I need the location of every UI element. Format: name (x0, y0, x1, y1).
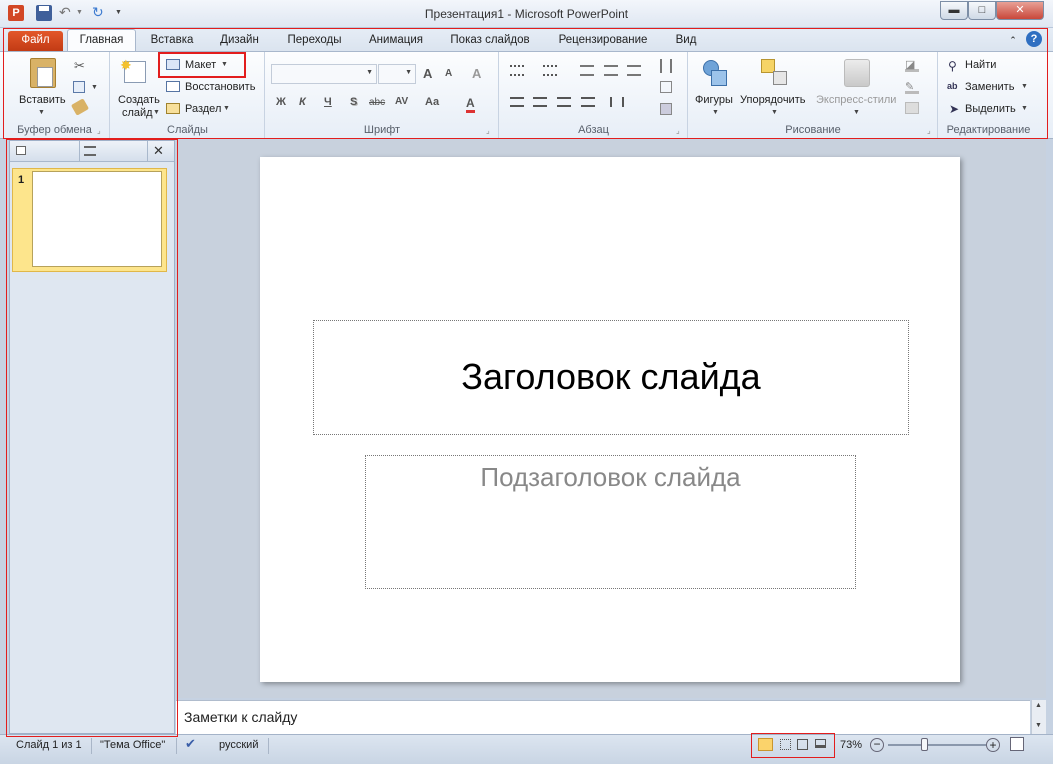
maximize-button[interactable]: □ (968, 1, 996, 20)
title-bar: P ↶ ▼ ↻ ▼ Презентация1 - Microsoft Power… (0, 0, 1053, 28)
subtitle-placeholder[interactable]: Подзаголовок слайда (365, 455, 856, 589)
slide-canvas[interactable]: Заголовок слайда Подзаголовок слайда (260, 157, 960, 682)
minimize-button[interactable]: ▬ (940, 1, 968, 20)
highlight-slides-pane (6, 139, 178, 737)
highlight-view-buttons (751, 733, 835, 758)
status-separator (91, 738, 92, 754)
fit-to-window-icon[interactable] (1010, 737, 1024, 751)
theme-name[interactable]: "Тема Office" (100, 739, 165, 751)
zoom-out-icon[interactable]: − (870, 738, 884, 752)
status-separator (268, 738, 269, 754)
zoom-slider-track[interactable] (888, 738, 986, 751)
language-indicator[interactable]: русский (219, 739, 258, 751)
notes-pane[interactable]: Заметки к слайду (176, 700, 1030, 734)
highlight-ribbon (3, 28, 1048, 139)
scroll-up-icon[interactable]: ▲ (1035, 702, 1042, 709)
window-title: Презентация1 - Microsoft PowerPoint (424, 7, 629, 21)
notes-scrollbar[interactable]: ▲ ▼ (1031, 700, 1046, 734)
title-placeholder[interactable]: Заголовок слайда (313, 320, 909, 435)
scroll-down-icon[interactable]: ▼ (1035, 722, 1042, 729)
status-separator (176, 738, 177, 754)
zoom-level[interactable]: 73% (840, 739, 862, 751)
close-button[interactable]: ✕ (996, 1, 1044, 20)
status-bar: Слайд 1 из 1 "Тема Office" ✔ русский 73%… (0, 734, 1053, 764)
slide-counter[interactable]: Слайд 1 из 1 (16, 739, 82, 751)
highlight-layout-button (158, 52, 246, 78)
spelling-check-icon[interactable]: ✔ (185, 736, 196, 752)
zoom-in-icon[interactable]: + (986, 738, 1000, 752)
zoom-slider-thumb[interactable] (921, 738, 928, 751)
